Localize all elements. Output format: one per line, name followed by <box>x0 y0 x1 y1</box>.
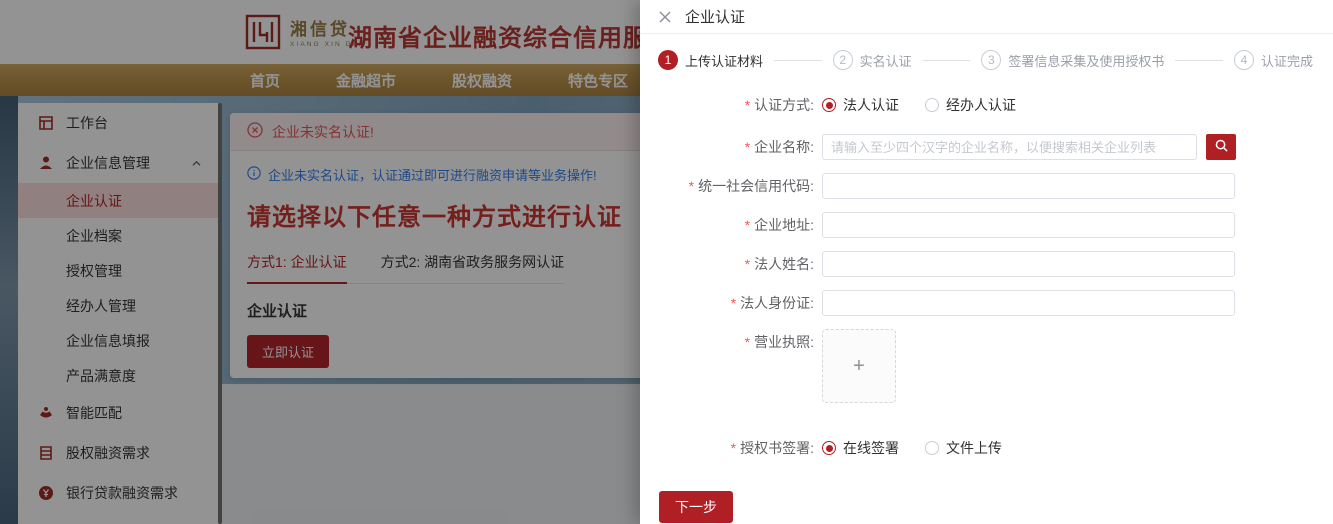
radio-label: 法人认证 <box>843 95 899 115</box>
auth-form: *认证方式: 法人认证 经办人认证 *企业名称: <box>640 92 1333 523</box>
close-icon[interactable] <box>658 10 672 24</box>
company-auth-drawer: 企业认证 1 上传认证材料 2 实名认证 3 签署信息采集及使用授权书 4 认证… <box>640 0 1333 524</box>
legal-id-row: *法人身份证: <box>640 290 1333 316</box>
next-step-button[interactable]: 下一步 <box>659 491 733 523</box>
radio-file-upload[interactable]: 文件上传 <box>925 438 1002 458</box>
license-upload-box[interactable]: + <box>822 329 896 403</box>
step-number: 1 <box>658 50 678 70</box>
company-address-row: *企业地址: <box>640 212 1333 238</box>
legal-name-label: *法人姓名: <box>640 251 822 277</box>
search-icon <box>1214 138 1229 156</box>
radio-online-sign[interactable]: 在线签署 <box>822 438 899 458</box>
auth-method-row: *认证方式: 法人认证 经办人认证 <box>640 92 1333 118</box>
radio-legal-person-auth[interactable]: 法人认证 <box>822 95 899 115</box>
required-mark: * <box>731 440 736 456</box>
required-mark: * <box>689 178 694 194</box>
required-mark: * <box>745 217 750 233</box>
step-number: 4 <box>1234 50 1254 70</box>
drawer-header: 企业认证 <box>640 0 1333 34</box>
drawer-title: 企业认证 <box>685 6 745 27</box>
radio-agent-auth[interactable]: 经办人认证 <box>925 95 1016 115</box>
step-connector <box>1175 60 1223 61</box>
step-number: 3 <box>981 50 1001 70</box>
radio-label: 在线签署 <box>843 438 899 458</box>
authorization-sign-row: *授权书签署: 在线签署 文件上传 <box>640 435 1333 461</box>
authorization-sign-label: *授权书签署: <box>640 435 822 461</box>
screen: 湘信贷 XIANG XIN DAI 湖南省企业融资综合信用服务平台 首页 金融超… <box>0 0 1333 524</box>
company-name-label: *企业名称: <box>640 134 822 160</box>
step-label: 签署信息采集及使用授权书 <box>1008 51 1164 70</box>
step-upload-materials: 1 上传认证材料 <box>658 50 763 70</box>
credit-code-label: *统一社会信用代码: <box>640 173 822 199</box>
company-name-row: *企业名称: <box>640 134 1333 160</box>
required-mark: * <box>745 256 750 272</box>
radio-selected-dot <box>822 441 836 455</box>
step-label: 上传认证材料 <box>685 51 763 70</box>
plus-icon: + <box>853 355 865 378</box>
radio-label: 经办人认证 <box>946 95 1016 115</box>
company-name-input[interactable] <box>822 134 1197 160</box>
search-button[interactable] <box>1206 134 1236 160</box>
company-address-input[interactable] <box>822 212 1235 238</box>
radio-selected-dot <box>822 98 836 112</box>
required-mark: * <box>745 139 750 155</box>
credit-code-input[interactable] <box>822 173 1235 199</box>
legal-id-input[interactable] <box>822 290 1235 316</box>
auth-method-label: *认证方式: <box>640 92 822 118</box>
step-connector <box>774 60 822 61</box>
required-mark: * <box>745 97 750 113</box>
business-license-label: *营业执照: <box>640 329 822 355</box>
credit-code-row: *统一社会信用代码: <box>640 173 1333 199</box>
step-number: 2 <box>833 50 853 70</box>
radio-label: 文件上传 <box>946 438 1002 458</box>
stepper: 1 上传认证材料 2 实名认证 3 签署信息采集及使用授权书 4 认证完成 <box>658 50 1313 70</box>
required-mark: * <box>745 334 750 350</box>
radio-unselected-dot <box>925 441 939 455</box>
step-label: 认证完成 <box>1261 51 1313 70</box>
legal-name-row: *法人姓名: <box>640 251 1333 277</box>
step-auth-complete: 4 认证完成 <box>1234 50 1313 70</box>
step-label: 实名认证 <box>860 51 912 70</box>
required-mark: * <box>731 295 736 311</box>
business-license-row: *营业执照: + <box>640 329 1333 403</box>
company-address-label: *企业地址: <box>640 212 822 238</box>
step-real-name-auth: 2 实名认证 <box>833 50 912 70</box>
radio-unselected-dot <box>925 98 939 112</box>
step-connector <box>923 60 971 61</box>
step-sign-authorization: 3 签署信息采集及使用授权书 <box>981 50 1164 70</box>
legal-id-label: *法人身份证: <box>640 290 822 316</box>
legal-name-input[interactable] <box>822 251 1235 277</box>
